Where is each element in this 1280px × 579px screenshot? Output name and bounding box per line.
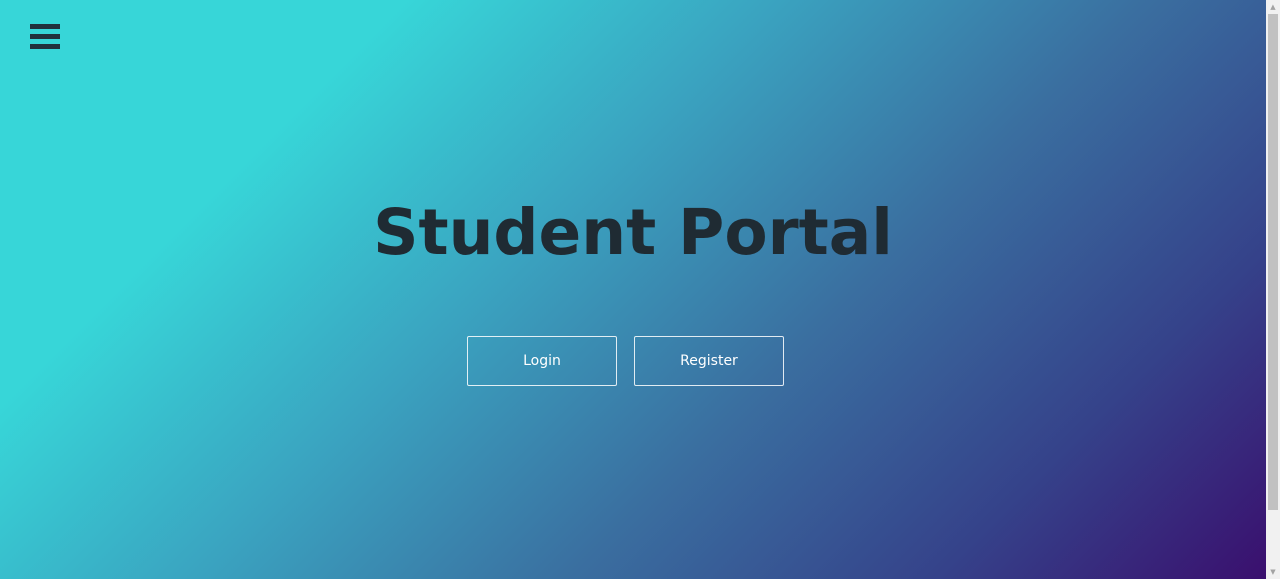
menu-bar-top (30, 24, 60, 29)
page-title: Student Portal (373, 196, 893, 269)
hero-background: Student Portal Login Register (0, 0, 1266, 579)
scroll-up-arrow-icon[interactable]: ▲ (1266, 0, 1280, 14)
hamburger-menu-icon[interactable] (30, 24, 60, 50)
menu-bar-bottom (30, 44, 60, 49)
menu-bar-middle (30, 34, 60, 39)
scroll-down-arrow-icon[interactable]: ▼ (1266, 565, 1280, 579)
vertical-scrollbar[interactable]: ▲ ▼ (1266, 0, 1280, 579)
register-button[interactable]: Register (634, 336, 784, 386)
scrollbar-thumb[interactable] (1268, 14, 1278, 510)
login-button[interactable]: Login (467, 336, 617, 386)
